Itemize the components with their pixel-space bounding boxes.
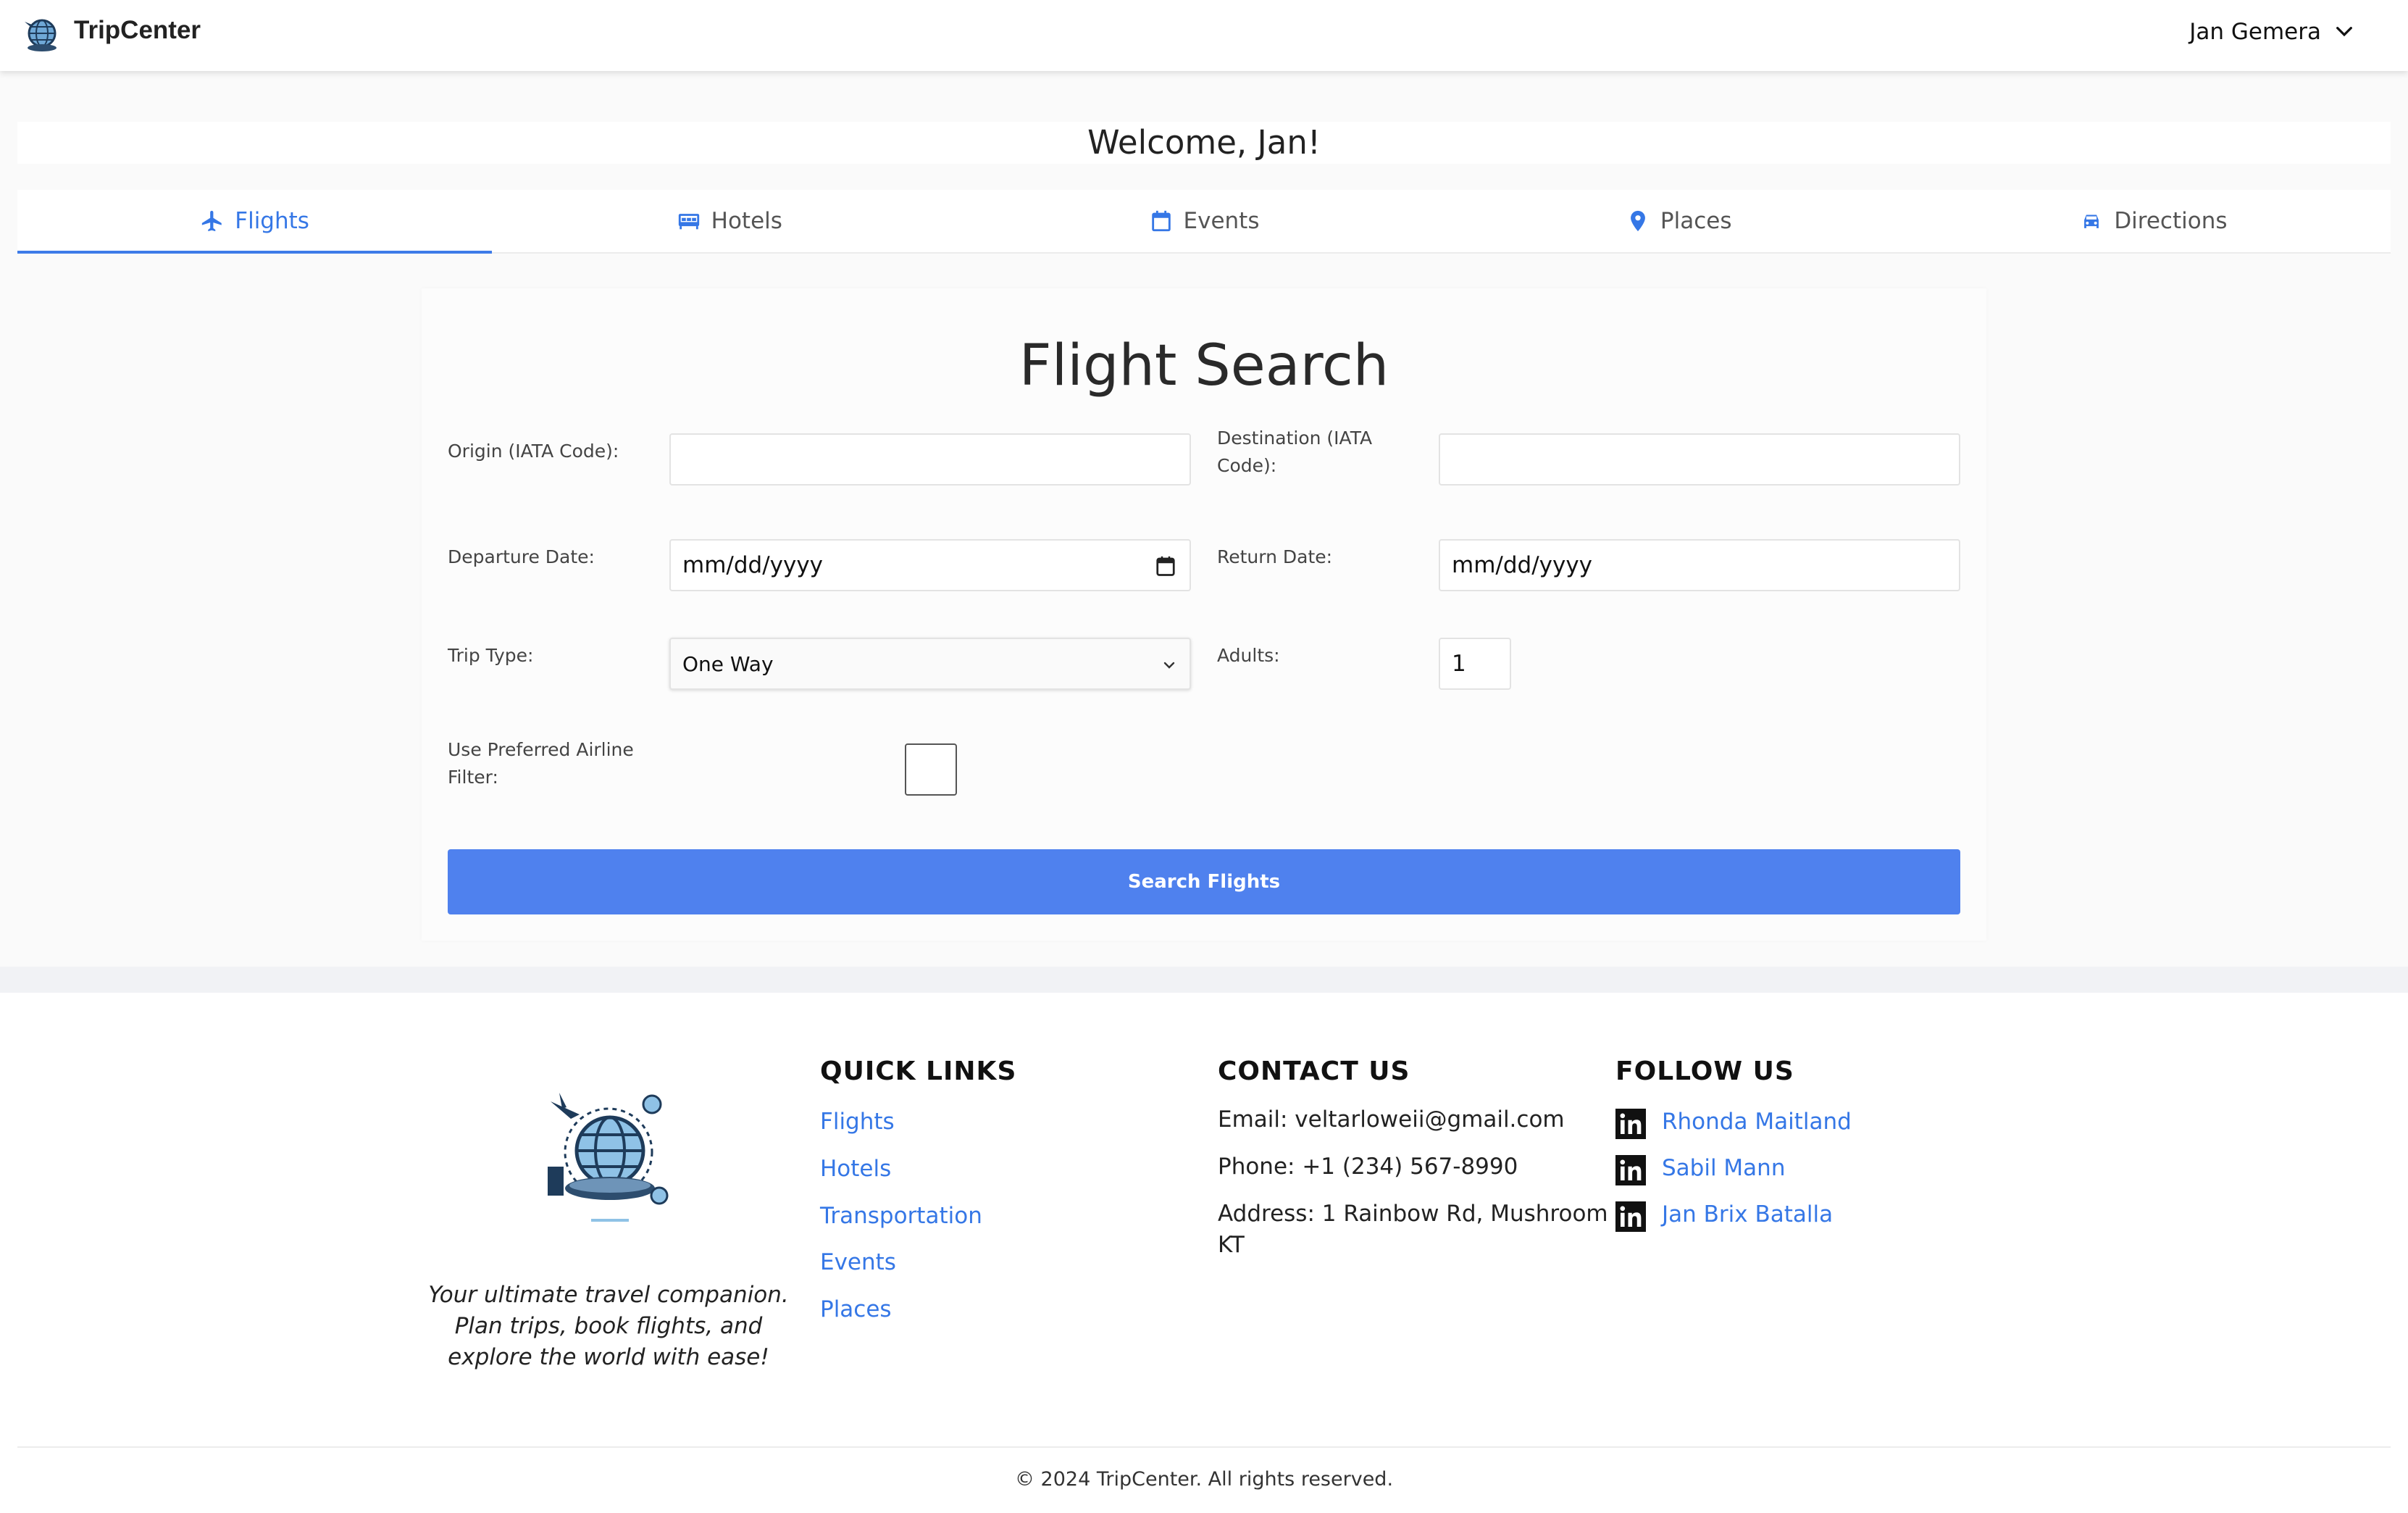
search-flights-button[interactable]: Search Flights (448, 849, 1960, 914)
linkedin-icon (1615, 1155, 1646, 1185)
return-date-label: Return Date: (1217, 546, 1333, 567)
adults-label: Adults: (1217, 645, 1280, 666)
address-line1: Address: 1 Rainbow Rd, Mushroom (1218, 1201, 1608, 1227)
globe-logo-icon (548, 1093, 669, 1222)
trip-type-value: One Way (682, 651, 774, 676)
page-title: Flight Search (1019, 333, 1389, 399)
departure-date-value: mm/dd/yyyy (682, 552, 824, 578)
copyright-text: © 2024 TripCenter. All rights reserved. (1014, 1468, 1394, 1491)
origin-label: Origin (IATA Code): (448, 441, 619, 462)
welcome-heading: Welcome, Jan! (17, 122, 2391, 164)
origin-input[interactable] (669, 433, 1191, 485)
preferred-airline-checkbox[interactable] (905, 743, 957, 796)
section-divider (0, 967, 2408, 993)
destination-label-line2: Code): (1217, 455, 1277, 476)
contact-phone: Phone: +1 (234) 567-8990 (1218, 1154, 1518, 1180)
footer-link-events[interactable]: Events (820, 1249, 896, 1275)
tagline-line1: Your ultimate travel companion. (428, 1282, 789, 1308)
footer-link-hotels[interactable]: Hotels (820, 1156, 891, 1182)
trip-type-select[interactable]: One Way (669, 638, 1191, 690)
destination-label: Destination (IATA Code): (1217, 425, 1372, 480)
tab-events[interactable]: Events (966, 190, 1441, 252)
airplane-icon (202, 210, 222, 232)
destination-input[interactable] (1439, 433, 1960, 485)
chevron-down-icon (2336, 27, 2352, 37)
brand-name[interactable]: TripCenter (74, 16, 201, 45)
footer-divider (17, 1446, 2391, 1448)
tab-label: Places (1660, 208, 1732, 234)
departure-date-input[interactable]: mm/dd/yyyy (669, 539, 1191, 591)
adults-input[interactable]: 1 (1439, 638, 1511, 690)
follow-link-jan-brix-batalla[interactable]: Jan Brix Batalla (1662, 1201, 1833, 1228)
calendar-icon[interactable] (1155, 555, 1176, 577)
linkedin-icon (1615, 1109, 1646, 1139)
calendar-icon (1151, 210, 1171, 232)
follow-link-rhonda-maitland[interactable]: Rhonda Maitland (1662, 1109, 1852, 1135)
tab-bar: Flights Hotels Events Places Directions (17, 190, 2391, 254)
contact-address: Address: 1 Rainbow Rd, Mushroom KT (1218, 1199, 1608, 1261)
contact-email: Email: veltarloweii@gmail.com (1218, 1106, 1565, 1133)
preferred-airline-label-line2: Filter: (448, 767, 498, 788)
contact-heading: CONTACT US (1218, 1056, 1410, 1086)
tab-hotels[interactable]: Hotels (492, 190, 966, 252)
tab-places[interactable]: Places (1442, 190, 1916, 252)
destination-label-line1: Destination (IATA (1217, 428, 1373, 449)
linkedin-icon (1615, 1201, 1646, 1232)
chevron-down-icon (1163, 662, 1175, 669)
footer-link-flights[interactable]: Flights (820, 1109, 895, 1135)
return-date-value: mm/dd/yyyy (1452, 552, 1593, 578)
footer-tagline: Your ultimate travel companion. Plan tri… (427, 1280, 790, 1373)
footer: Your ultimate travel companion. Plan tri… (0, 993, 2408, 1513)
tab-label: Flights (235, 208, 309, 234)
address-line2: KT (1218, 1232, 1245, 1258)
tagline-line3: explore the world with ease! (448, 1344, 769, 1370)
car-icon (2084, 214, 2099, 228)
globe-logo-icon[interactable] (22, 14, 62, 55)
preferred-airline-label-line1: Use Preferred Airline (448, 739, 634, 760)
trip-type-label: Trip Type: (448, 645, 534, 666)
departure-date-label: Departure Date: (448, 546, 595, 567)
footer-link-transportation[interactable]: Transportation (820, 1203, 982, 1229)
tab-label: Hotels (711, 208, 782, 234)
user-menu[interactable]: Jan Gemera (2189, 19, 2356, 45)
hotel-icon (678, 214, 699, 230)
tab-directions[interactable]: Directions (1916, 190, 2391, 252)
tagline-line2: Plan trips, book flights, and (454, 1313, 763, 1339)
follow-heading: FOLLOW US (1615, 1056, 1794, 1086)
quick-links-heading: QUICK LINKS (820, 1056, 1017, 1086)
preferred-airline-label: Use Preferred Airline Filter: (448, 736, 634, 791)
follow-link-sabil-mann[interactable]: Sabil Mann (1662, 1155, 1785, 1181)
flight-search-card: Flight Search Origin (IATA Code): Destin… (422, 288, 1986, 941)
footer-link-places[interactable]: Places (820, 1296, 892, 1322)
map-pin-icon (1631, 210, 1645, 232)
tab-label: Directions (2114, 208, 2228, 234)
top-navbar: TripCenter Jan Gemera (0, 0, 2408, 71)
tab-flights[interactable]: Flights (17, 190, 493, 254)
user-name: Jan Gemera (2189, 19, 2321, 45)
return-date-input[interactable]: mm/dd/yyyy (1439, 539, 1960, 591)
tab-label: Events (1183, 208, 1260, 234)
